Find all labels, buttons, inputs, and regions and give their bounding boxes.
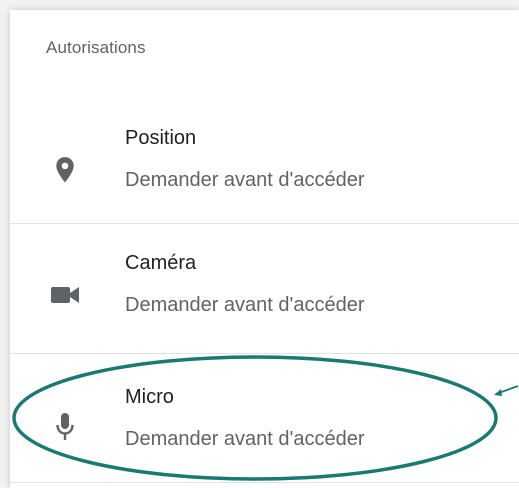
divider	[10, 223, 519, 224]
permission-row-microphone[interactable]: Micro Demander avant d'accéder	[10, 368, 519, 486]
permission-status: Demander avant d'accéder	[125, 428, 365, 450]
permission-status: Demander avant d'accéder	[125, 294, 365, 316]
video-camera-icon	[50, 280, 80, 310]
permission-name: Micro	[125, 386, 174, 408]
permission-status: Demander avant d'accéder	[125, 169, 365, 191]
permission-name: Caméra	[125, 252, 197, 274]
microphone-icon	[50, 412, 80, 442]
location-pin-icon	[50, 155, 80, 185]
permission-row-camera[interactable]: Caméra Demander avant d'accéder	[10, 238, 519, 356]
permission-row-position[interactable]: Position Demander avant d'accéder	[10, 113, 519, 231]
permissions-panel: Autorisations Position Demander avant d'…	[10, 10, 519, 488]
permission-name: Position	[125, 127, 197, 149]
section-title: Autorisations	[46, 38, 146, 57]
divider	[10, 353, 519, 354]
divider	[10, 482, 519, 483]
